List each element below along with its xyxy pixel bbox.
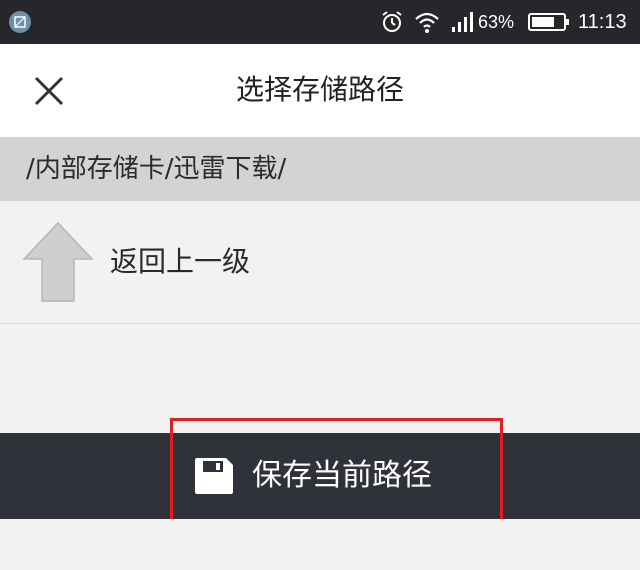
title-bar: 选择存储路径 bbox=[0, 44, 640, 137]
save-current-path-button[interactable]: 保存当前路径 bbox=[174, 433, 504, 519]
bottom-spacer bbox=[0, 519, 640, 570]
folder-list: 返回上一级 bbox=[0, 201, 640, 433]
alarm-icon bbox=[380, 10, 404, 38]
list-item-label: 返回上一级 bbox=[110, 245, 251, 278]
list-item-parent-folder[interactable]: 返回上一级 bbox=[0, 201, 640, 324]
status-bar: 63% 11:13 bbox=[0, 0, 640, 44]
battery-icon bbox=[528, 12, 570, 36]
signal-icon bbox=[450, 10, 474, 38]
current-path: /内部存储卡/迅雷下载/ bbox=[26, 154, 287, 184]
screenshot-app-icon bbox=[9, 11, 31, 33]
save-button-label: 保存当前路径 bbox=[252, 458, 432, 493]
breadcrumb: /内部存储卡/迅雷下载/ bbox=[0, 137, 640, 201]
page-title: 选择存储路径 bbox=[235, 73, 404, 106]
bottom-action-bar: 保存当前路径 bbox=[0, 433, 640, 519]
up-arrow-icon bbox=[22, 221, 94, 307]
floppy-disk-icon bbox=[194, 457, 234, 499]
clock: 11:13 bbox=[578, 11, 627, 33]
wifi-icon bbox=[414, 10, 440, 38]
battery-percent: 63% bbox=[478, 12, 515, 32]
